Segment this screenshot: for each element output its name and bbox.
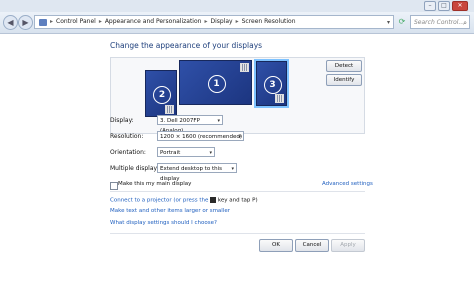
resolution-select[interactable]: 1200 × 1600 (recommended) ▾ [157, 131, 244, 141]
monitor-taskbar-icon [165, 105, 174, 114]
search-placeholder: Search Control... [414, 19, 465, 26]
close-button[interactable]: ✕ [452, 1, 468, 11]
title-bar: – □ ✕ [0, 0, 474, 12]
multiple-displays-value: Extend desktop to this display [160, 166, 222, 182]
chevron-down-icon: ▾ [209, 150, 212, 156]
breadcrumb-screen-resolution[interactable]: Screen Resolution [242, 15, 296, 29]
main-display-checkbox[interactable] [110, 182, 118, 190]
orientation-label: Orientation: [110, 149, 146, 156]
divider [110, 233, 365, 234]
display-select[interactable]: 3. Dell 2007FP (Analog) ▾ [157, 115, 223, 134]
monitor-2[interactable]: 2 [145, 70, 177, 117]
multiple-displays-label: Multiple displays: [110, 165, 163, 172]
refresh-icon[interactable]: ⟳ [397, 16, 407, 27]
windows-key-icon [210, 197, 217, 203]
chevron-down-icon[interactable]: ▾ [387, 16, 390, 30]
orientation-value: Portrait [160, 150, 181, 156]
monitor-1[interactable]: 1 [179, 60, 252, 105]
projector-text[interactable]: Connect to a projector (or press the key… [110, 197, 258, 204]
ok-button[interactable]: OK [259, 239, 293, 252]
window-controls: – □ ✕ [424, 1, 468, 11]
search-input[interactable]: Search Control... ⌕ [410, 15, 470, 29]
chevron-down-icon: ▾ [231, 166, 234, 172]
text-size-link[interactable]: Make text and other items larger or smal… [110, 208, 230, 214]
monitor-number: 1 [207, 74, 226, 93]
help-link[interactable]: What display settings should I choose? [110, 220, 217, 226]
main-display-label: Make this my main display [118, 181, 192, 187]
address-bar[interactable]: ▸ Control Panel ▸ Appearance and Persona… [34, 15, 394, 29]
monitor-number: 2 [153, 85, 171, 104]
detect-button[interactable]: Detect [326, 60, 362, 72]
monitor-taskbar-icon [275, 94, 284, 103]
multiple-displays-select[interactable]: Extend desktop to this display ▾ [157, 163, 237, 182]
forward-arrow-icon[interactable]: ▶ [18, 15, 33, 30]
cancel-button[interactable]: Cancel [295, 239, 329, 252]
chevron-down-icon: ▾ [217, 118, 220, 124]
breadcrumb-display[interactable]: Display [210, 15, 232, 29]
chevron-down-icon: ▾ [238, 134, 241, 140]
advanced-settings-link[interactable]: Advanced settings [322, 181, 373, 187]
monitor-taskbar-icon [240, 63, 249, 72]
breadcrumb-appearance[interactable]: Appearance and Personalization [105, 15, 202, 29]
maximize-button[interactable]: □ [438, 1, 450, 11]
resolution-label: Resolution: [110, 133, 144, 140]
monitor-number: 3 [263, 75, 282, 94]
orientation-select[interactable]: Portrait ▾ [157, 147, 215, 157]
page-title: Change the appearance of your displays [110, 41, 263, 50]
search-icon[interactable]: ⌕ [463, 16, 467, 30]
projector-text-after: key and tap P) [217, 197, 258, 204]
minimize-button[interactable]: – [424, 1, 436, 11]
identify-button[interactable]: Identify [326, 74, 362, 86]
resolution-value: 1200 × 1600 (recommended) [160, 134, 243, 140]
content-panel: Change the appearance of your displays 2… [0, 34, 474, 282]
projector-link[interactable]: Connect to a projector (or press the [110, 198, 208, 204]
display-label: Display: [110, 117, 134, 124]
breadcrumb-control-panel[interactable]: Control Panel [56, 15, 96, 29]
control-panel-icon [39, 18, 47, 26]
navigation-bar: ◀ ▶ ▸ Control Panel ▸ Appearance and Per… [0, 12, 474, 34]
apply-button[interactable]: Apply [331, 239, 365, 252]
back-arrow-icon[interactable]: ◀ [3, 15, 18, 30]
divider [110, 191, 365, 192]
monitor-3[interactable]: 3 [254, 59, 289, 108]
